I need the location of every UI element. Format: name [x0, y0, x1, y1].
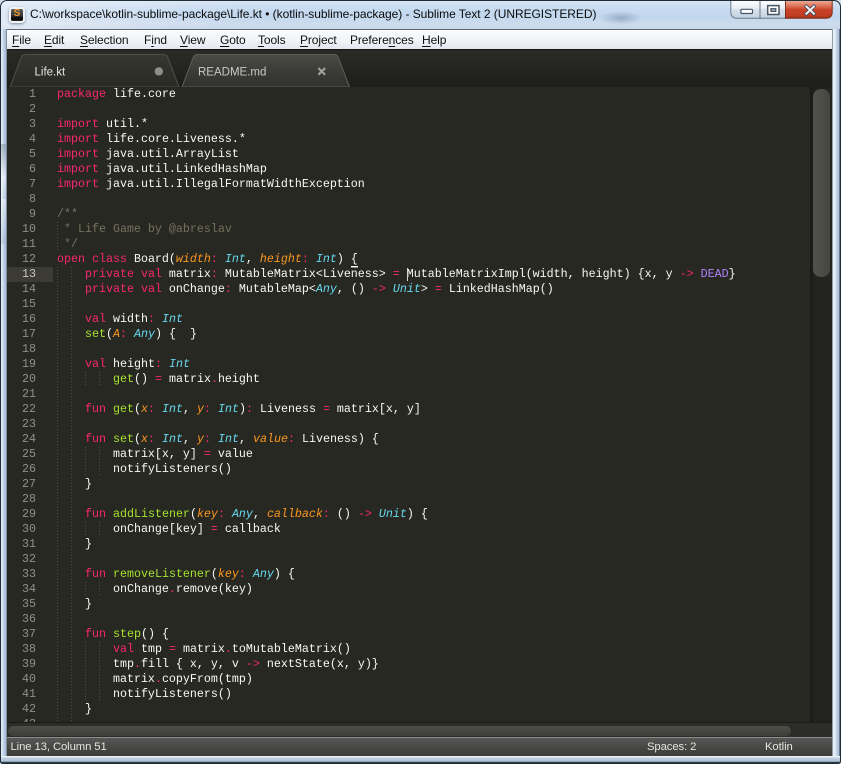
svg-text:Life.kt: Life.kt: [35, 67, 66, 79]
svg-text:README.md: README.md: [198, 67, 266, 79]
